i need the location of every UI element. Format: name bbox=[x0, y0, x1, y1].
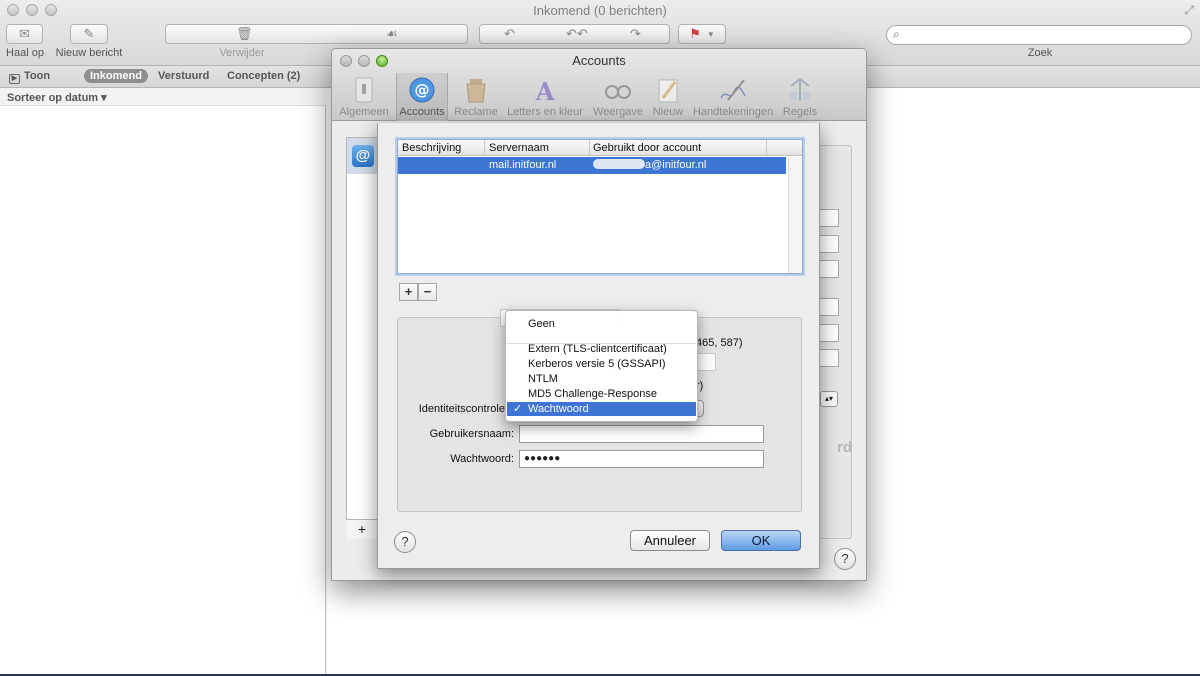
reply-all-icon: ↶↶ bbox=[566, 26, 588, 41]
tab-accounts[interactable]: @ Accounts bbox=[396, 73, 448, 121]
row-server-name: mail.initfour.nl bbox=[489, 159, 557, 171]
preferences-title: Accounts bbox=[572, 53, 626, 68]
authentication-menu: Geen Extern (TLS-clientcertificaat) Kerb… bbox=[505, 310, 698, 422]
get-mail-label: Haal op bbox=[6, 47, 44, 59]
search-label: Zoek bbox=[1027, 47, 1053, 59]
flag-button[interactable]: ⚑ ▼ bbox=[678, 24, 726, 44]
sheet-help-button[interactable]: ? bbox=[394, 531, 416, 553]
get-mail-button[interactable]: ✉ bbox=[6, 24, 43, 44]
at-sign-icon: @ bbox=[409, 77, 435, 103]
column-divider bbox=[484, 140, 485, 156]
search-field[interactable]: ⌕ bbox=[886, 25, 1192, 45]
account-field bbox=[819, 298, 839, 316]
reply-forward-button-group[interactable]: ↶ ↶↶ ↷ bbox=[479, 24, 670, 44]
reply-icon: ↶ bbox=[504, 26, 515, 41]
favorite-drafts[interactable]: Concepten (2) bbox=[227, 70, 300, 82]
thumbs-down-icon: ☙ bbox=[386, 26, 398, 41]
row-used-by-account: a@initfour.nl bbox=[593, 159, 706, 171]
svg-text:A: A bbox=[535, 77, 555, 104]
tab-general[interactable]: Algemeen bbox=[338, 73, 390, 121]
account-item[interactable]: @ bbox=[347, 138, 377, 174]
ports-hint: 465, 587) bbox=[696, 337, 743, 349]
column-used-by-account[interactable]: Gebruikt door account bbox=[593, 142, 701, 154]
account-field bbox=[819, 260, 839, 278]
show-mailboxes-button[interactable]: ▶ Toon bbox=[9, 70, 50, 84]
flag-icon: ⚑ bbox=[689, 26, 701, 41]
account-field bbox=[819, 349, 839, 367]
accounts-list[interactable]: @ bbox=[346, 137, 378, 539]
smtp-server-table[interactable]: Beschrijving Servernaam Gebruikt door ac… bbox=[397, 139, 803, 274]
new-message-button[interactable]: ✎ bbox=[70, 24, 108, 44]
remove-server-button[interactable]: − bbox=[418, 283, 437, 301]
popup-stepper-icon: ▴▾ bbox=[820, 391, 838, 407]
menu-item-md5[interactable]: MD5 Challenge-Response bbox=[507, 387, 696, 401]
column-description[interactable]: Beschrijving bbox=[402, 142, 461, 154]
checkmark-icon: ✓ bbox=[513, 403, 523, 415]
column-divider bbox=[589, 140, 590, 156]
account-field bbox=[819, 324, 839, 342]
envelope-icon: ✉ bbox=[19, 26, 30, 41]
username-input[interactable] bbox=[519, 425, 764, 443]
compose-icon: ✎ bbox=[83, 26, 95, 41]
table-scrollbar[interactable] bbox=[788, 157, 802, 273]
table-header: Beschrijving Servernaam Gebruikt door ac… bbox=[398, 140, 802, 156]
account-field bbox=[819, 235, 839, 253]
sort-by-date-menu[interactable]: Sorteer op datum ▾ bbox=[7, 91, 107, 104]
rules-icon bbox=[789, 77, 811, 101]
junk-bag-icon bbox=[466, 79, 486, 103]
authentication-label: Identiteitscontrole: bbox=[418, 403, 508, 415]
table-row[interactable]: mail.initfour.nl a@initfour.nl bbox=[398, 157, 786, 174]
prefs-help-button[interactable]: ? bbox=[834, 548, 856, 570]
glasses-icon bbox=[605, 85, 631, 99]
font-icon: A bbox=[535, 77, 555, 104]
message-list[interactable] bbox=[0, 106, 326, 676]
favorite-inbox[interactable]: Inkomend bbox=[84, 69, 148, 83]
switch-icon bbox=[355, 77, 373, 103]
menu-item-none[interactable]: Geen bbox=[507, 317, 696, 331]
forward-icon: ↷ bbox=[630, 26, 641, 41]
delete-label: Verwijder bbox=[219, 47, 265, 59]
column-server-name[interactable]: Servernaam bbox=[489, 142, 549, 154]
menu-item-tls-certificate[interactable]: Extern (TLS-clientcertificaat) bbox=[507, 342, 696, 356]
column-divider bbox=[766, 140, 767, 156]
tab-composing[interactable]: Nieuw bbox=[648, 73, 688, 121]
password-input[interactable]: ●●●●●● bbox=[519, 450, 764, 468]
window-title: Inkomend (0 berichten) bbox=[533, 3, 667, 18]
search-input[interactable] bbox=[907, 28, 1177, 42]
signature-pen-icon bbox=[720, 79, 746, 101]
favorite-sent[interactable]: Verstuurd bbox=[158, 70, 209, 82]
menu-item-ntlm[interactable]: NTLM bbox=[507, 372, 696, 386]
password-label: Wachtwoord: bbox=[450, 453, 514, 465]
trash-icon: 🗑 bbox=[236, 26, 253, 41]
pencil-paper-icon bbox=[658, 79, 678, 103]
menu-item-password[interactable]: ✓ Wachtwoord bbox=[507, 402, 696, 416]
sort-bar: Sorteer op datum ▾ bbox=[0, 88, 326, 106]
at-sign-icon: @ bbox=[352, 145, 374, 167]
svg-text:@: @ bbox=[415, 81, 430, 99]
username-label: Gebruikersnaam: bbox=[429, 428, 514, 440]
tab-junk[interactable]: Reclame bbox=[450, 73, 502, 121]
tab-viewing[interactable]: Weergave bbox=[590, 73, 646, 121]
add-account-button[interactable]: + bbox=[346, 519, 378, 539]
chevron-down-icon: ▼ bbox=[706, 29, 715, 39]
new-message-label: Nieuw bericht bbox=[55, 47, 123, 59]
fullscreen-icon[interactable]: ⤢ bbox=[1184, 3, 1194, 18]
menu-item-kerberos[interactable]: Kerberos versie 5 (GSSAPI) bbox=[507, 357, 696, 371]
tab-rules[interactable]: Regels bbox=[778, 73, 822, 121]
redacted-text bbox=[593, 159, 645, 169]
cancel-button[interactable]: Annuleer bbox=[630, 530, 710, 551]
delete-junk-button-group[interactable]: 🗑 ☙ bbox=[165, 24, 468, 44]
account-field bbox=[819, 209, 839, 227]
tab-signatures[interactable]: Handtekeningen bbox=[690, 73, 776, 121]
search-icon: ⌕ bbox=[893, 27, 900, 41]
obscured-text: rd bbox=[837, 439, 852, 456]
ok-button[interactable]: OK bbox=[721, 530, 801, 551]
tab-fonts-colors[interactable]: A Letters en kleur bbox=[504, 73, 586, 121]
add-server-button[interactable]: + bbox=[399, 283, 418, 301]
preferences-toolbar: Accounts Algemeen @ Accounts Reclame A L… bbox=[332, 49, 866, 121]
play-icon: ▶ bbox=[9, 74, 20, 84]
